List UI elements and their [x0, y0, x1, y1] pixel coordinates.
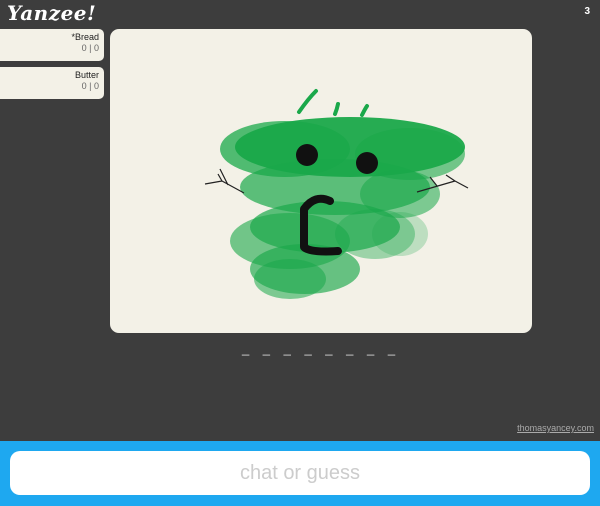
- drawing: [204, 89, 469, 299]
- player-score: 0 | 0: [81, 81, 99, 91]
- word-blanks: _ _ _ _ _ _ _ _: [241, 341, 401, 356]
- player-score: 0 | 0: [81, 43, 99, 53]
- hair-strands: [297, 89, 369, 117]
- green-blob-drawing: [220, 117, 465, 299]
- chat-bar: [0, 441, 600, 506]
- player-name: *Bread: [71, 32, 99, 42]
- drawing-canvas[interactable]: [110, 29, 532, 333]
- credit-link[interactable]: thomasyancey.com: [517, 423, 594, 433]
- chat-input[interactable]: [10, 451, 590, 495]
- player-name: Butter: [74, 70, 99, 80]
- round-counter: 3: [584, 6, 590, 17]
- app-logo: Yanzee!: [7, 1, 97, 25]
- player-card: Butter 0 | 0: [0, 67, 104, 99]
- player-card: *Bread 0 | 0: [0, 29, 104, 61]
